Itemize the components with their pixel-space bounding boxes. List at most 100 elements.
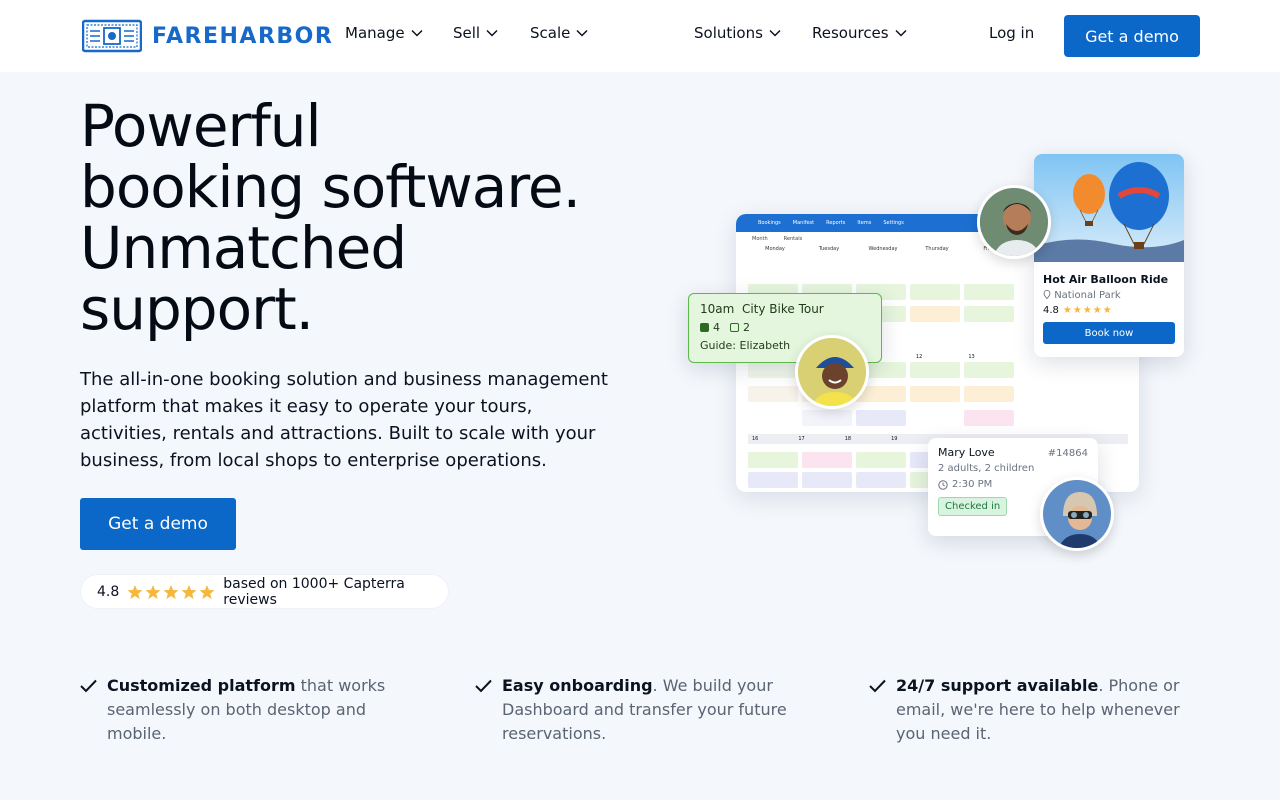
nav-sell[interactable]: Sell	[453, 24, 498, 42]
calendar-slot	[910, 386, 960, 402]
date-label: 13	[968, 353, 975, 360]
calendar-slot	[856, 410, 906, 426]
star-icon	[145, 584, 161, 599]
dashboard-tab: Settings	[883, 220, 904, 226]
rating-text: based on 1000+ Capterra reviews	[223, 575, 405, 608]
feature-customized-platform: Customized platform that works seamlessl…	[80, 674, 420, 746]
book-now-button[interactable]: Book now	[1043, 322, 1175, 344]
nav-solutions[interactable]: Solutions	[694, 24, 781, 42]
calendar-slot	[748, 410, 798, 426]
tour-title-row: 10am City Bike Tour	[700, 302, 870, 316]
nav-scale-label: Scale	[530, 24, 571, 42]
count-value: 2	[743, 321, 750, 334]
calendar-slot	[964, 410, 1014, 426]
date-label: 12	[916, 353, 923, 360]
checked-in-badge: Checked in	[938, 497, 1008, 516]
hero-title-line: Unmatched	[80, 214, 407, 282]
booking-id: #14864	[1047, 448, 1088, 459]
calendar-slot	[910, 306, 960, 322]
location-pin-icon	[1043, 289, 1051, 300]
cyclist-avatar	[795, 335, 869, 409]
feature-title: Easy onboarding	[502, 676, 653, 695]
feature-title: Customized platform	[107, 676, 296, 695]
tour-count-empty: 2	[730, 321, 750, 334]
hero-title-line: booking software.	[80, 153, 581, 221]
guest-party: 2 adults, 2 children	[938, 463, 1035, 474]
dashboard-tab: Reports	[826, 220, 846, 226]
dashboard-filter: Month	[752, 236, 768, 242]
calendar-slot	[748, 386, 798, 402]
dashboard-tab: Bookings	[758, 220, 781, 226]
calendar-row	[748, 410, 1014, 426]
weekday-label: Wednesday	[868, 246, 898, 252]
chevron-down-icon	[895, 29, 907, 37]
ticket-logo-icon	[82, 19, 142, 53]
star-icon	[163, 584, 179, 599]
weekday-label: Monday	[765, 246, 785, 252]
rating-score: 4.8	[97, 583, 120, 600]
checkmark-icon	[80, 679, 97, 693]
calendar-slot	[748, 472, 798, 488]
nav-resources[interactable]: Resources	[812, 24, 907, 42]
get-demo-header-button[interactable]: Get a demo	[1064, 15, 1200, 57]
calendar-slot	[964, 386, 1014, 402]
feature-text: Customized platform that works seamlessl…	[107, 674, 420, 746]
get-demo-hero-button[interactable]: Get a demo	[80, 498, 236, 550]
hot-air-balloon-image	[1034, 154, 1184, 262]
nav-manage-label: Manage	[345, 24, 405, 42]
nav-sell-label: Sell	[453, 24, 481, 42]
calendar-slot	[964, 284, 1014, 300]
tour-counts: 4 2	[700, 321, 870, 334]
weekday-label: Thursday	[925, 246, 949, 252]
chevron-down-icon	[411, 29, 423, 37]
star-icon	[181, 584, 197, 599]
skier-avatar	[1040, 477, 1114, 551]
date-label: 17	[798, 436, 805, 442]
feature-easy-onboarding: Easy onboarding. We build your Dashboard…	[475, 674, 795, 746]
activity-rating: 4.8 ★★★★★	[1034, 301, 1184, 316]
star-icon	[199, 584, 215, 599]
fareharbor-logo[interactable]: FAREHARBOR	[82, 18, 333, 54]
chevron-down-icon	[576, 29, 588, 37]
date-label: 19	[891, 436, 898, 442]
tour-count-filled: 4	[700, 321, 720, 334]
count-value: 4	[713, 321, 720, 334]
date-label: 18	[844, 436, 852, 442]
star-icon	[127, 584, 143, 599]
calendar-slot	[748, 452, 798, 468]
calendar-slot	[856, 472, 906, 488]
calendar-slot	[910, 410, 960, 426]
top-navigation-bar: FAREHARBOR Manage Sell Scale Solutions R…	[0, 0, 1280, 72]
dashboard-tab: Manifest	[792, 220, 815, 226]
checkmark-icon	[475, 679, 492, 693]
date-label: 16	[752, 436, 759, 442]
checkmark-icon	[869, 679, 886, 693]
calendar-slot	[910, 362, 960, 378]
calendar-row	[748, 362, 1014, 378]
nav-scale[interactable]: Scale	[530, 24, 588, 42]
activity-rating-value: 4.8	[1043, 305, 1059, 316]
feature-support: 24/7 support available. Phone or email, …	[869, 674, 1209, 746]
calendar-slot	[964, 362, 1014, 378]
dashboard-tab: Items	[857, 220, 872, 226]
calendar-slot	[802, 410, 852, 426]
calendar-slot	[802, 452, 852, 468]
chevron-down-icon	[486, 29, 498, 37]
hero-title: Powerful booking software. Unmatched sup…	[80, 96, 640, 340]
activity-card: Hot Air Balloon Ride National Park 4.8 ★…	[1034, 154, 1184, 357]
clock-icon	[938, 479, 948, 490]
rating-stars-icon: ★★★★★	[1062, 305, 1113, 316]
calendar-slot	[964, 306, 1014, 322]
login-link[interactable]: Log in	[989, 24, 1034, 42]
tour-name: City Bike Tour	[741, 302, 824, 316]
rating-stars	[127, 584, 215, 600]
hero-title-line: support.	[80, 275, 314, 343]
weekday-label: Tuesday	[818, 246, 840, 252]
activity-location: National Park	[1034, 286, 1184, 301]
product-illustration: Bookings Manifest Reports Items Settings…	[686, 152, 1186, 552]
capterra-rating: 4.8 based on 1000+ Capterra reviews	[80, 574, 449, 609]
nav-manage[interactable]: Manage	[345, 24, 423, 42]
calendar-slot	[802, 472, 852, 488]
location-text: National Park	[1054, 290, 1121, 301]
time-text: 2:30 PM	[952, 479, 993, 490]
